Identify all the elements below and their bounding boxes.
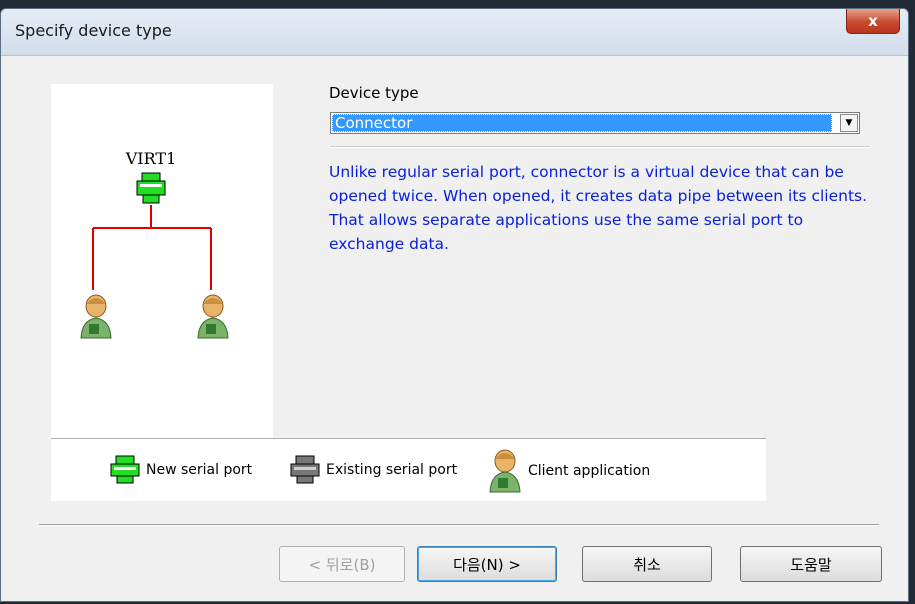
legend-existing-serial-port-label: Existing serial port bbox=[326, 462, 458, 478]
client-application-icon bbox=[197, 294, 229, 339]
legend-client-application: Client application bbox=[487, 449, 650, 493]
existing-serial-port-icon bbox=[290, 455, 320, 484]
close-button[interactable]: x bbox=[846, 9, 900, 34]
close-icon: x bbox=[868, 12, 878, 30]
client-application-icon bbox=[80, 294, 112, 339]
dialog-content: VIRT1 New serial port Existing serial po… bbox=[7, 56, 902, 595]
diagram-panel: VIRT1 bbox=[51, 84, 273, 438]
button-separator bbox=[39, 524, 879, 526]
help-button[interactable]: 도움말 bbox=[740, 546, 882, 582]
title-bar[interactable]: Specify device type x bbox=[1, 9, 908, 56]
legend-new-serial-port: New serial port bbox=[109, 455, 252, 485]
device-name-label: VIRT1 bbox=[125, 149, 177, 168]
dialog-window: Specify device type x VIRT1 New serial p… bbox=[0, 8, 909, 602]
device-description: Unlike regular serial port, connector is… bbox=[329, 163, 868, 253]
window-title: Specify device type bbox=[15, 21, 172, 40]
client-application-icon bbox=[489, 449, 521, 493]
next-button[interactable]: 다음(N) > bbox=[417, 546, 557, 582]
legend-panel: New serial port Existing serial port Cli… bbox=[51, 438, 766, 501]
legend-existing-serial-port: Existing serial port bbox=[289, 455, 457, 485]
new-serial-port-icon bbox=[110, 455, 140, 484]
device-type-select[interactable]: Connector ▼ bbox=[330, 112, 860, 134]
dropdown-arrow-button[interactable]: ▼ bbox=[840, 114, 858, 132]
device-type-selected-value[interactable]: Connector bbox=[332, 114, 832, 132]
legend-new-serial-port-label: New serial port bbox=[146, 462, 253, 478]
cancel-button[interactable]: 취소 bbox=[582, 546, 712, 582]
legend-client-application-label: Client application bbox=[528, 463, 651, 479]
connector-diagram: VIRT1 bbox=[80, 149, 229, 339]
connection-lines bbox=[92, 205, 212, 290]
description-separator bbox=[330, 146, 870, 148]
new-serial-port-icon bbox=[136, 172, 166, 204]
back-button[interactable]: < 뒤로(B) bbox=[279, 546, 405, 582]
device-type-label: Device type bbox=[329, 84, 419, 102]
chevron-down-icon: ▼ bbox=[845, 118, 853, 128]
